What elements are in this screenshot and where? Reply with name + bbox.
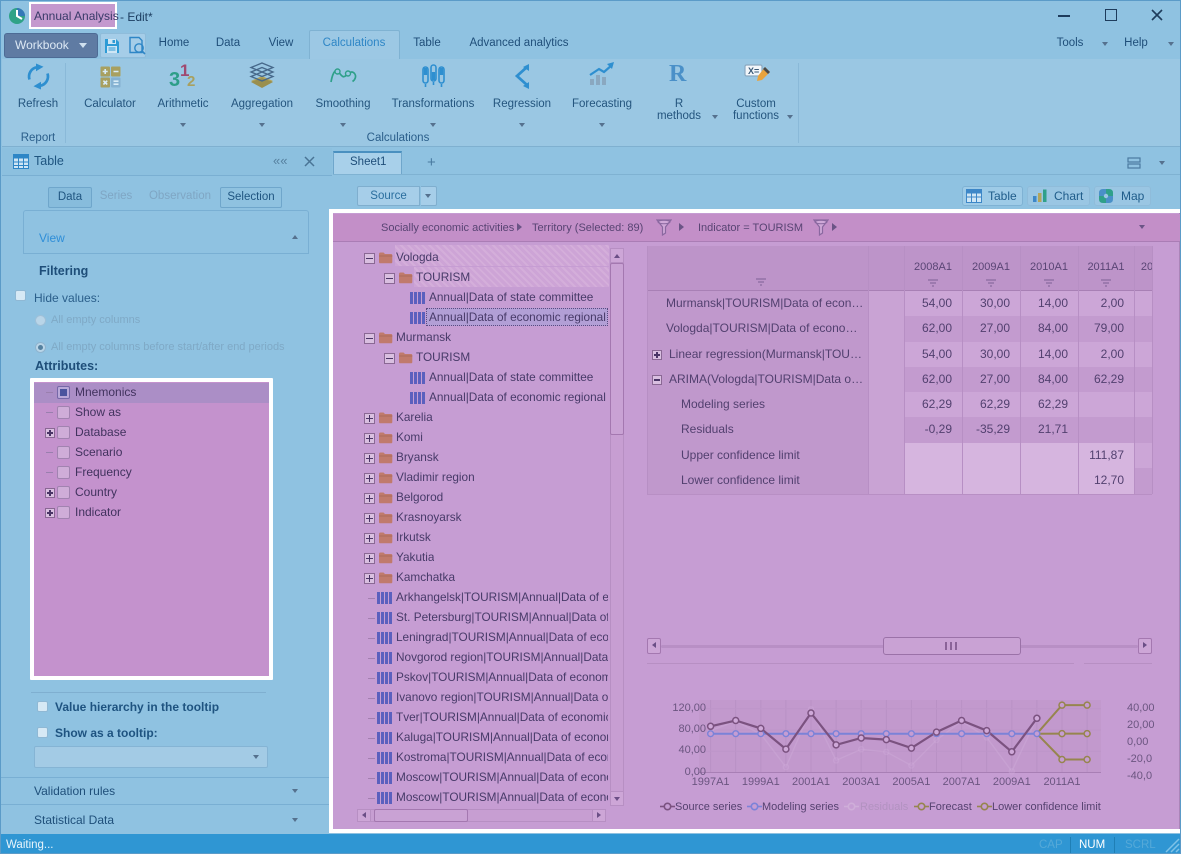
svg-text:X=: X=: [748, 66, 759, 76]
